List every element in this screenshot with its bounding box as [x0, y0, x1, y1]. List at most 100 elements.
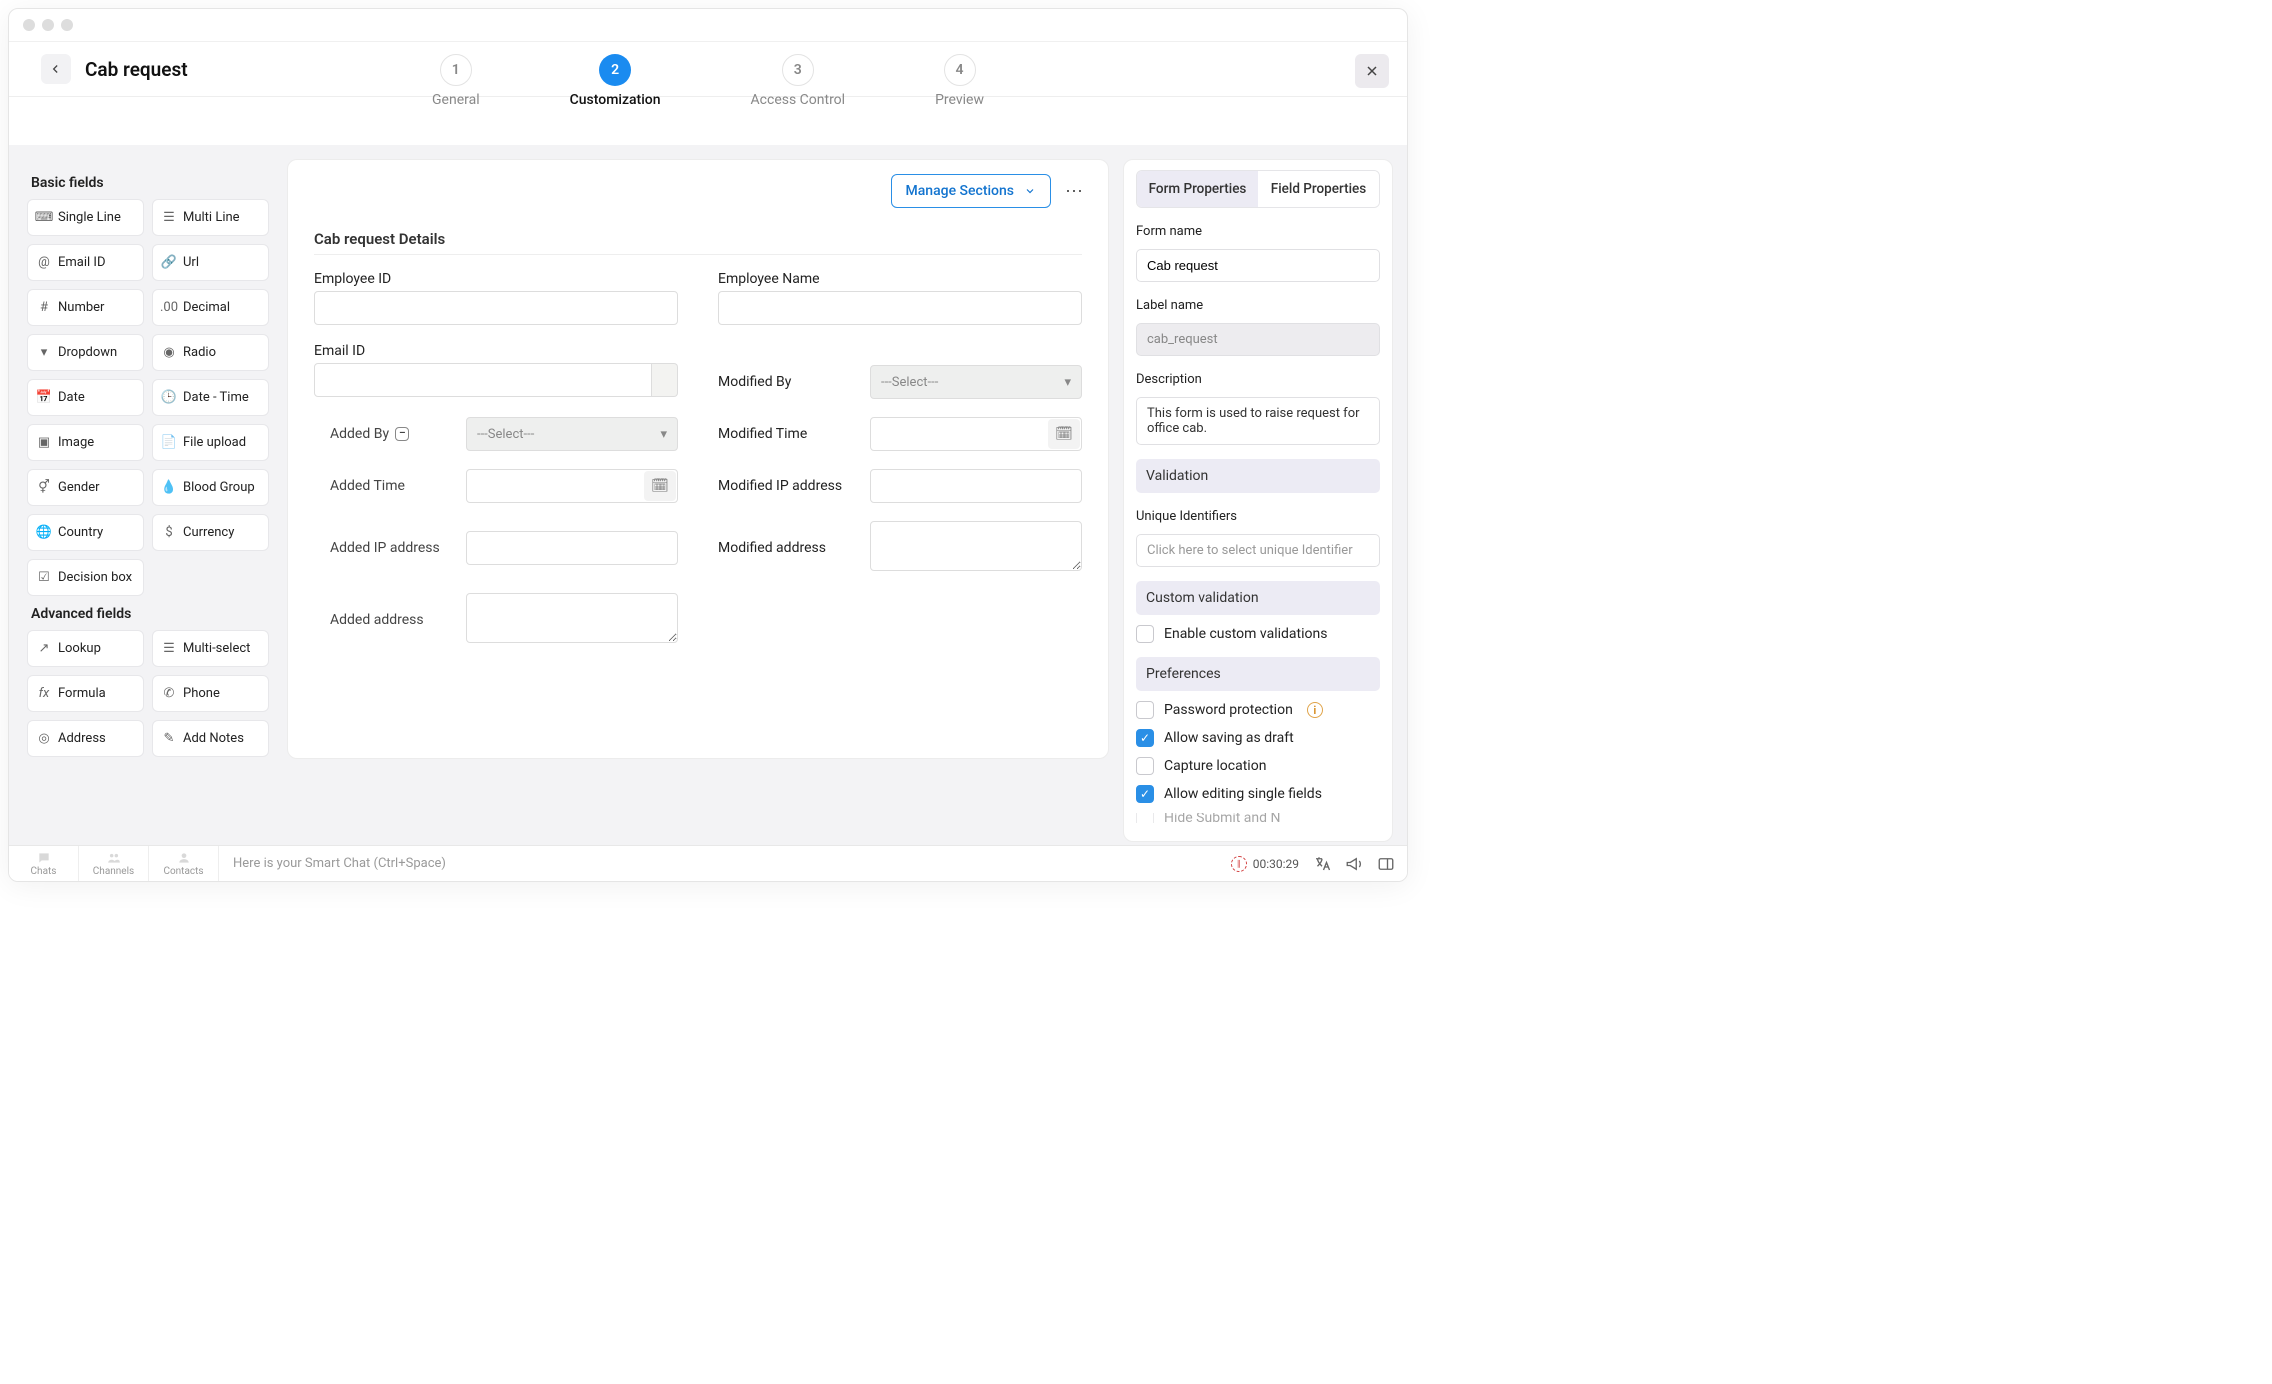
smart-chat-hint[interactable]: Here is your Smart Chat (Ctrl+Space)	[219, 856, 1219, 871]
tab-field-properties[interactable]: Field Properties	[1258, 171, 1379, 207]
label-name-label: Label name	[1136, 298, 1380, 313]
field-phone[interactable]: ✆Phone	[152, 675, 269, 712]
page-header: Cab request 1 General 2 Customization 3 …	[9, 42, 1407, 97]
field-multi-line[interactable]: ☰Multi Line	[152, 199, 269, 236]
field-blood-group[interactable]: 💧Blood Group	[152, 469, 269, 506]
field-url[interactable]: 🔗Url	[152, 244, 269, 281]
field-gender[interactable]: ⚥Gender	[27, 469, 144, 506]
tab-form-properties[interactable]: Form Properties	[1137, 171, 1258, 207]
globe-icon: 🌐	[36, 525, 52, 540]
chevron-down-icon: ▾	[1064, 375, 1071, 390]
check-square-icon: ☑	[36, 570, 52, 585]
employee-id-input[interactable]	[314, 291, 678, 325]
form-name-input[interactable]	[1136, 249, 1380, 282]
file-icon: 📄	[161, 435, 177, 450]
checkbox-password-protection[interactable]	[1136, 701, 1154, 719]
field-decimal[interactable]: .00Decimal	[152, 289, 269, 326]
field-email-id[interactable]: Email ID	[314, 343, 678, 399]
checkbox-allow-draft[interactable]: ✓	[1136, 729, 1154, 747]
field-formula[interactable]: fxFormula	[27, 675, 144, 712]
section-title: Cab request Details	[314, 230, 1082, 255]
gender-icon: ⚥	[36, 480, 52, 495]
field-added-ip[interactable]: Added IP address	[314, 521, 678, 575]
field-address[interactable]: ◎Address	[27, 720, 144, 757]
field-currency[interactable]: $Currency	[152, 514, 269, 551]
back-button[interactable]	[41, 54, 71, 84]
field-add-notes[interactable]: ✎Add Notes	[152, 720, 269, 757]
calendar-icon[interactable]: 🗓	[1048, 419, 1080, 449]
unique-identifiers-input[interactable]: Click here to select unique Identifier	[1136, 534, 1380, 567]
link-icon: 🔗	[161, 255, 177, 270]
step-access-control[interactable]: 3 Access Control	[751, 54, 846, 108]
field-modified-ip[interactable]: Modified IP address	[718, 469, 1082, 503]
more-menu-button[interactable]: ⋯	[1065, 181, 1082, 202]
field-employee-id[interactable]: Employee ID	[314, 271, 678, 325]
drop-icon: 💧	[161, 480, 177, 495]
chevron-down-icon: ▾	[660, 427, 667, 442]
step-general[interactable]: 1 General	[432, 54, 480, 108]
added-ip-input[interactable]	[466, 531, 678, 565]
added-by-select[interactable]: ---Select---▾	[466, 417, 678, 451]
email-id-input[interactable]	[314, 363, 652, 397]
field-country[interactable]: 🌐Country	[27, 514, 144, 551]
field-dropdown[interactable]: ▾Dropdown	[27, 334, 144, 371]
field-radio[interactable]: ◉Radio	[152, 334, 269, 371]
advanced-fields-heading: Advanced fields	[31, 606, 265, 622]
field-added-time[interactable]: Added Time 🗓	[314, 469, 678, 503]
field-number[interactable]: #Number	[27, 289, 144, 326]
modified-address-input[interactable]	[870, 521, 1082, 571]
announcement-icon[interactable]	[1345, 855, 1363, 873]
unique-identifiers-label: Unique Identifiers	[1136, 509, 1380, 524]
field-datetime[interactable]: 🕒Date - Time	[152, 379, 269, 416]
field-multi-select[interactable]: ☰Multi-select	[152, 630, 269, 667]
manage-sections-button[interactable]: Manage Sections	[891, 174, 1052, 208]
checkbox-custom-validation[interactable]	[1136, 625, 1154, 643]
pin-icon: ◎	[36, 731, 52, 746]
employee-name-input[interactable]	[718, 291, 1082, 325]
description-label: Description	[1136, 372, 1380, 387]
info-icon[interactable]: i	[1307, 702, 1323, 718]
decimal-icon: .00	[161, 300, 177, 315]
close-button[interactable]	[1355, 54, 1389, 88]
field-lookup[interactable]: ↗Lookup	[27, 630, 144, 667]
panel-icon[interactable]	[1377, 855, 1395, 873]
field-added-address[interactable]: Added address	[314, 593, 678, 647]
added-address-input[interactable]	[466, 593, 678, 643]
checkbox-hide-submit[interactable]	[1136, 813, 1154, 823]
footer-channels[interactable]: Channels	[79, 846, 149, 881]
recording-timer[interactable]: ∥ 00:30:29	[1231, 856, 1299, 872]
field-employee-name[interactable]: Employee Name	[718, 271, 1082, 325]
modified-ip-input[interactable]	[870, 469, 1082, 503]
field-modified-address[interactable]: Modified address	[718, 521, 1082, 575]
field-modified-by[interactable]: Modified By ---Select---▾	[718, 365, 1082, 399]
field-single-line[interactable]: ⌨Single Line	[27, 199, 144, 236]
field-modified-time[interactable]: Modified Time 🗓	[718, 417, 1082, 451]
collapse-icon[interactable]: –	[395, 427, 409, 441]
step-preview[interactable]: 4 Preview	[935, 54, 984, 108]
field-date[interactable]: 📅Date	[27, 379, 144, 416]
checklist-icon: ☰	[161, 641, 177, 656]
footer-chats[interactable]: Chats	[9, 846, 79, 881]
field-decision-box[interactable]: ☑Decision box	[27, 559, 144, 596]
calendar-icon[interactable]: 🗓	[644, 471, 676, 501]
section-validation: Validation	[1136, 459, 1380, 493]
stepper: 1 General 2 Customization 3 Access Contr…	[432, 50, 984, 120]
field-email[interactable]: @Email ID	[27, 244, 144, 281]
field-image[interactable]: ▣Image	[27, 424, 144, 461]
description-input[interactable]: This form is used to raise request for o…	[1136, 397, 1380, 445]
language-icon[interactable]	[1313, 855, 1331, 873]
app-window: Cab request 1 General 2 Customization 3 …	[8, 8, 1408, 882]
step-customization[interactable]: 2 Customization	[570, 54, 661, 108]
field-file-upload[interactable]: 📄File upload	[152, 424, 269, 461]
page-title: Cab request	[85, 58, 188, 81]
external-link-icon: ↗	[36, 641, 52, 656]
text-cursor-icon: ⌨	[36, 210, 52, 225]
email-id-picker-button[interactable]	[652, 363, 678, 397]
form-name-label: Form name	[1136, 224, 1380, 239]
contact-icon	[176, 851, 192, 865]
footer-contacts[interactable]: Contacts	[149, 846, 219, 881]
modified-by-select[interactable]: ---Select---▾	[870, 365, 1082, 399]
checkbox-edit-single-fields[interactable]: ✓	[1136, 785, 1154, 803]
checkbox-capture-location[interactable]	[1136, 757, 1154, 775]
field-added-by[interactable]: Added By – ---Select---▾	[314, 417, 678, 451]
